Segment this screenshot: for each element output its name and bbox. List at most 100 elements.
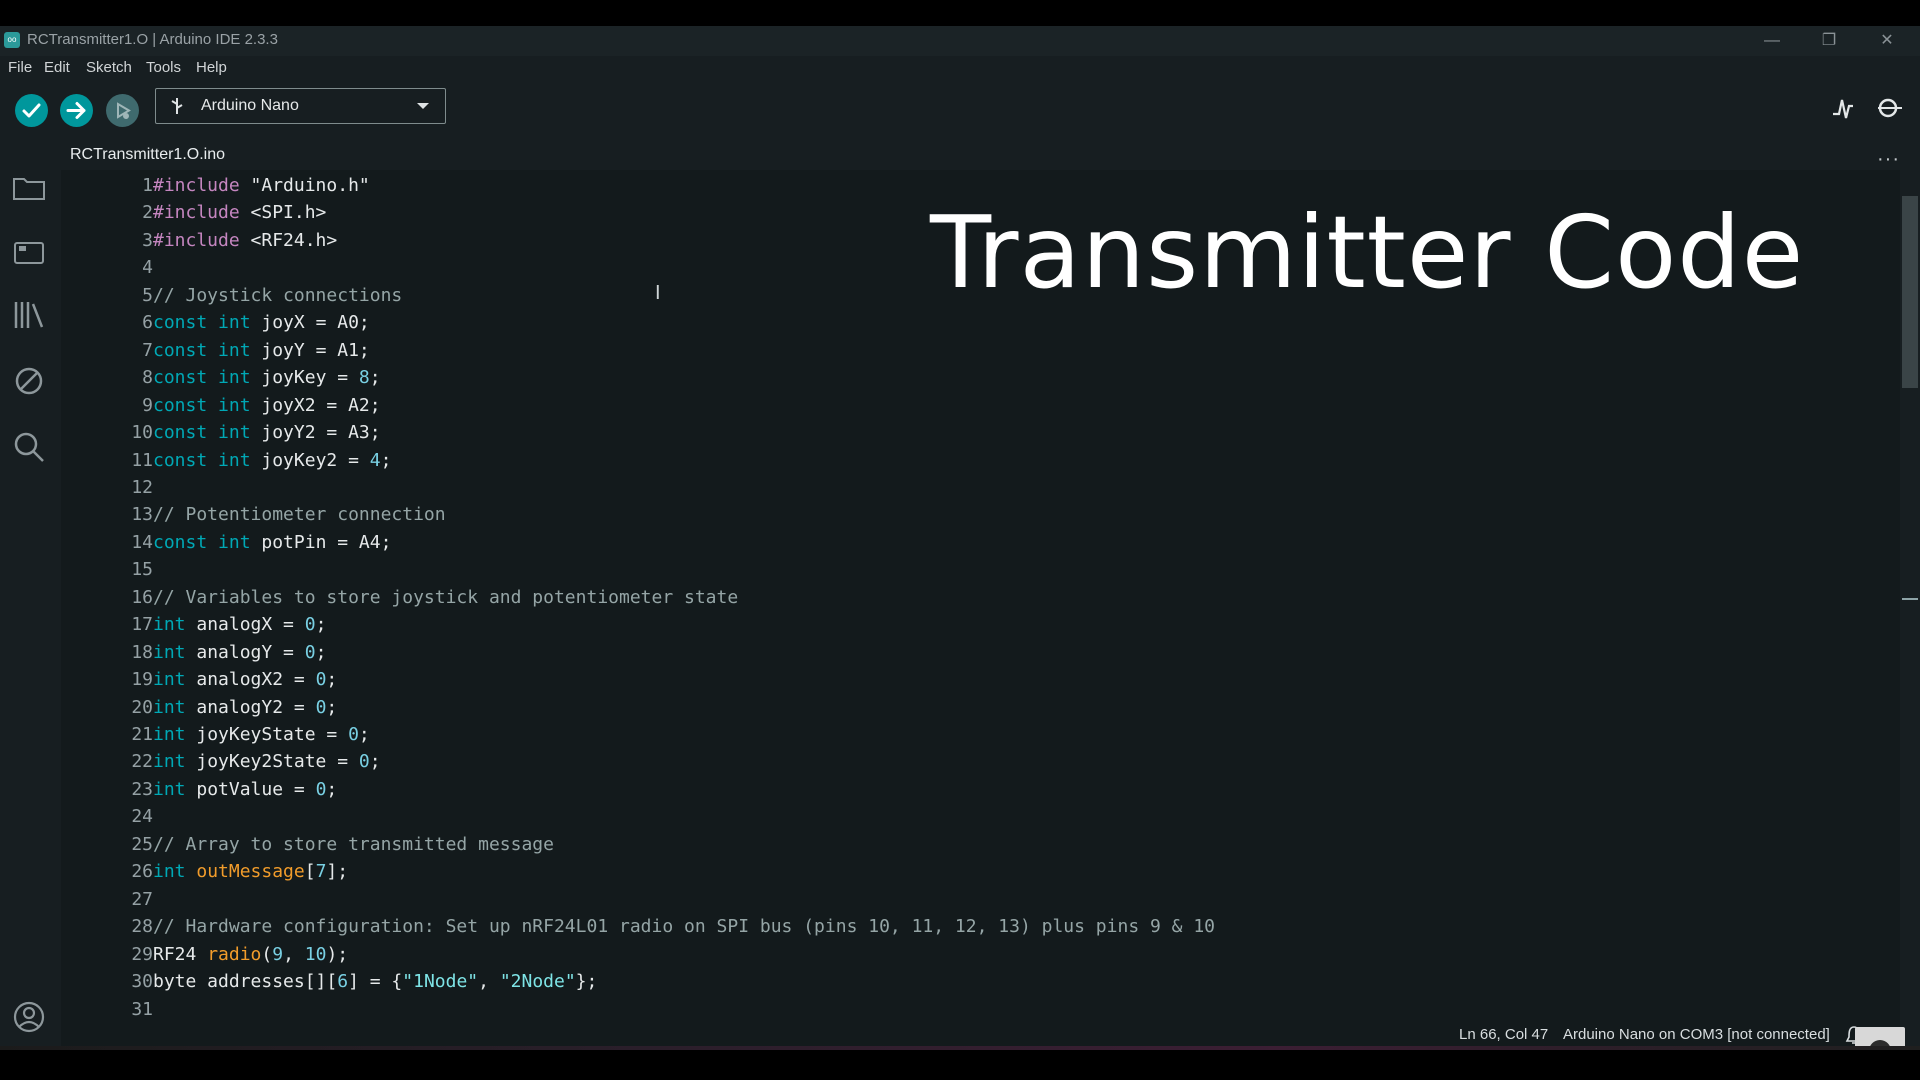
- line-number: 28: [131, 916, 153, 938]
- close-icon[interactable]: ✕: [1867, 28, 1907, 54]
- boards-manager-icon[interactable]: [12, 236, 46, 270]
- library-icon[interactable]: [12, 298, 46, 332]
- folder-icon[interactable]: [12, 171, 46, 205]
- restore-icon[interactable]: ❐: [1809, 28, 1849, 54]
- code-token: joyKeyState =: [185, 724, 349, 745]
- code-line: int joyKey2State = 0;: [153, 751, 381, 772]
- line-number: 13: [131, 504, 153, 526]
- line-number: 15: [131, 559, 153, 581]
- code-line: // Variables to store joystick and poten…: [153, 587, 738, 608]
- line-number: 6: [142, 312, 153, 334]
- code-token: ,: [283, 943, 305, 965]
- code-token: analogX =: [185, 614, 305, 636]
- code-token: int: [153, 861, 186, 883]
- menu-tools[interactable]: Tools: [146, 59, 181, 76]
- line-number: 18: [131, 641, 153, 663]
- line-number: 9: [142, 394, 153, 416]
- code-token: ];: [326, 861, 349, 883]
- tab-label: RCTransmitter1.O.ino: [70, 146, 225, 163]
- menu-sketch[interactable]: Sketch: [86, 59, 132, 76]
- serial-monitor-icon[interactable]: [1874, 94, 1904, 122]
- code-token: int: [153, 669, 186, 691]
- title-bar: oo RCTransmitter1.O | Arduino IDE 2.3.3 …: [0, 26, 1920, 56]
- code-token: "Arduino.h": [239, 175, 370, 196]
- code-token: // Array to store transmitted message: [153, 833, 554, 855]
- line-number: 22: [131, 751, 153, 773]
- code-token: ;: [315, 614, 327, 636]
- line-number: 8: [142, 367, 153, 389]
- menu-file[interactable]: File: [8, 59, 32, 76]
- minimize-icon[interactable]: —: [1752, 28, 1792, 54]
- code-token: (: [261, 943, 273, 965]
- menu-edit[interactable]: Edit: [44, 59, 70, 76]
- code-token: int: [153, 641, 186, 663]
- chevron-down-icon: [417, 103, 429, 109]
- search-icon[interactable]: [12, 430, 46, 464]
- window-title: RCTransmitter1.O | Arduino IDE 2.3.3: [27, 31, 278, 48]
- code-token: ;: [326, 696, 338, 718]
- debug-disabled-icon[interactable]: [12, 364, 46, 398]
- code-token: ] = {: [348, 971, 403, 993]
- code-token: potPin = A4;: [250, 531, 392, 553]
- menu-bar: File Edit Sketch Tools Help: [0, 56, 1920, 80]
- line-number: 4: [142, 257, 153, 279]
- editor-scrollbar[interactable]: [1902, 196, 1918, 388]
- code-token: 8: [358, 367, 370, 389]
- account-icon[interactable]: [12, 1000, 46, 1034]
- line-number: 3: [142, 229, 153, 251]
- line-number: 17: [131, 614, 153, 636]
- code-line: // Joystick connections: [153, 285, 402, 306]
- code-line: int joyKeyState = 0;: [153, 724, 370, 745]
- board-port-status[interactable]: Arduino Nano on COM3 [not connected]: [1563, 1026, 1830, 1043]
- code-line: #include <SPI.h>: [153, 202, 326, 223]
- code-token: 0: [304, 614, 316, 636]
- debug-button[interactable]: [106, 94, 139, 127]
- line-number: 16: [131, 586, 153, 608]
- code-token: const int: [153, 531, 251, 553]
- line-number: 10: [131, 422, 153, 444]
- line-number: 1: [142, 175, 153, 196]
- cursor-position[interactable]: Ln 66, Col 47: [1459, 1026, 1548, 1043]
- code-token: // Hardware configuration: Set up nRF24L…: [153, 916, 1216, 938]
- code-token: <SPI.h>: [239, 202, 327, 224]
- code-token: // Joystick connections: [153, 284, 403, 306]
- channel-logo-watermark: [1855, 1027, 1905, 1046]
- code-token: ,: [478, 971, 500, 993]
- code-line: // Potentiometer connection: [153, 504, 446, 525]
- line-number: 30: [131, 971, 153, 993]
- code-line: const int joyY2 = A3;: [153, 422, 381, 443]
- line-number: 27: [131, 888, 153, 910]
- overlay-title: Transmitter Code: [930, 194, 1805, 311]
- code-token: ;: [369, 751, 381, 773]
- tab-sketch[interactable]: RCTransmitter1.O.ino: [61, 136, 234, 170]
- usb-icon: [171, 98, 183, 114]
- code-token: joyX2 = A2;: [250, 394, 381, 416]
- upload-button[interactable]: [60, 94, 93, 127]
- line-number: 19: [131, 669, 153, 691]
- code-token: const int: [153, 312, 251, 334]
- check-icon: [22, 103, 41, 118]
- line-number: 29: [131, 943, 153, 965]
- code-token: 0: [315, 778, 327, 800]
- code-token: 4: [369, 449, 381, 471]
- more-options-icon[interactable]: ···: [1877, 148, 1900, 171]
- code-token: 7: [315, 861, 327, 883]
- board-selector[interactable]: Arduino Nano: [155, 88, 446, 124]
- code-token: joyY = A1;: [250, 339, 370, 361]
- line-number: 24: [131, 806, 153, 828]
- line-number-gutter: 1 2 3 4 5 6 7 8 9 10 11 12 13 14 15 16 17 18 19 20 21 22 23 24 2…: [61, 170, 153, 1046]
- line-number: 11: [131, 449, 153, 471]
- code-line: int analogY = 0;: [153, 642, 326, 663]
- code-line: const int joyKey2 = 4;: [153, 450, 391, 471]
- line-number: 23: [131, 778, 153, 800]
- code-line: #include "Arduino.h": [153, 175, 370, 196]
- code-token: outMessage: [196, 861, 305, 883]
- serial-plotter-icon[interactable]: [1831, 94, 1855, 122]
- code-token: 0: [304, 641, 316, 663]
- code-token: ;: [315, 641, 327, 663]
- menu-help[interactable]: Help: [196, 59, 227, 76]
- code-line: const int joyY = A1;: [153, 340, 370, 361]
- verify-button[interactable]: [15, 94, 48, 127]
- code-line: int analogX = 0;: [153, 614, 326, 635]
